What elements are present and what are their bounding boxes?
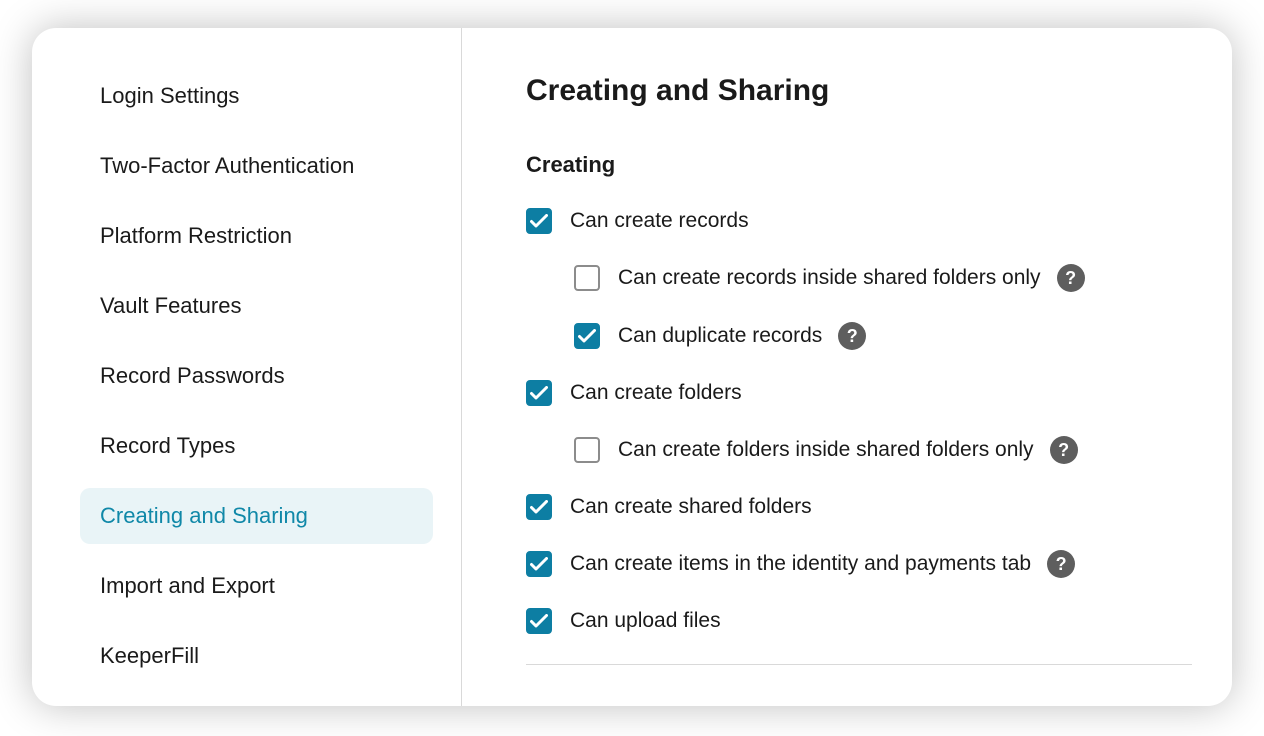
option-label: Can create folders inside shared folders…: [618, 438, 1034, 462]
main-panel: Creating and Sharing Creating Can create…: [462, 28, 1232, 706]
group-title-creating: Creating: [526, 152, 1192, 178]
option-can-create-items-in-the-identity-and-payments-tab: Can create items in the identity and pay…: [526, 550, 1192, 578]
settings-card: Login Settings Two-Factor Authentication P…: [32, 28, 1232, 706]
option-can-create-folders: Can create folders: [526, 380, 1192, 406]
sidebar-item-label: Platform Restriction: [100, 223, 292, 249]
help-icon[interactable]: ?: [838, 322, 866, 350]
sidebar-item-import-and-export[interactable]: Import and Export: [80, 558, 433, 614]
sidebar-item-label: Record Passwords: [100, 363, 285, 389]
sidebar-item-label: Record Types: [100, 433, 235, 459]
option-label: Can create folders: [570, 381, 742, 405]
sidebar-item-label: KeeperFill: [100, 643, 199, 669]
sidebar-item-vault-features[interactable]: Vault Features: [80, 278, 433, 334]
help-icon[interactable]: ?: [1057, 264, 1085, 292]
option-label: Can upload files: [570, 609, 721, 633]
options-list: Can create records Can create records ins…: [526, 208, 1192, 634]
checkbox-can-create-folders-inside-shared-folders-only[interactable]: [574, 437, 600, 463]
checkbox-can-create-records-inside-shared-folders-only[interactable]: [574, 265, 600, 291]
sidebar-item-two-factor-authentication[interactable]: Two-Factor Authentication: [80, 138, 433, 194]
sidebar-item-keeperfill[interactable]: KeeperFill: [80, 628, 433, 684]
option-label: Can create records inside shared folders…: [618, 266, 1041, 290]
sidebar-item-label: Vault Features: [100, 293, 241, 319]
option-can-upload-files: Can upload files: [526, 608, 1192, 634]
sidebar-item-login-settings[interactable]: Login Settings: [80, 68, 433, 124]
checkbox-can-upload-files[interactable]: [526, 608, 552, 634]
option-label: Can create items in the identity and pay…: [570, 552, 1031, 576]
sidebar-item-record-types[interactable]: Record Types: [80, 418, 433, 474]
sidebar-item-label: Creating and Sharing: [100, 503, 308, 529]
checkbox-can-create-folders[interactable]: [526, 380, 552, 406]
help-icon[interactable]: ?: [1047, 550, 1075, 578]
checkbox-can-duplicate-records[interactable]: [574, 323, 600, 349]
sidebar-item-label: Import and Export: [100, 573, 275, 599]
sidebar-item-platform-restriction[interactable]: Platform Restriction: [80, 208, 433, 264]
option-label: Can duplicate records: [618, 324, 822, 348]
sidebar-item-label: Two-Factor Authentication: [100, 153, 354, 179]
checkbox-can-create-records[interactable]: [526, 208, 552, 234]
sidebar-item-label: Login Settings: [100, 83, 239, 109]
option-can-create-records: Can create records: [526, 208, 1192, 234]
sidebar-item-record-passwords[interactable]: Record Passwords: [80, 348, 433, 404]
sidebar-item-creating-and-sharing[interactable]: Creating and Sharing: [80, 488, 433, 544]
checkbox-can-create-shared-folders[interactable]: [526, 494, 552, 520]
option-can-duplicate-records: Can duplicate records?: [574, 322, 1192, 350]
option-can-create-shared-folders: Can create shared folders: [526, 494, 1192, 520]
checkbox-can-create-items-in-the-identity-and-payments-tab[interactable]: [526, 551, 552, 577]
option-can-create-records-inside-shared-folders-only: Can create records inside shared folders…: [574, 264, 1192, 292]
option-label: Can create shared folders: [570, 495, 812, 519]
option-label: Can create records: [570, 209, 749, 233]
help-icon[interactable]: ?: [1050, 436, 1078, 464]
option-can-create-folders-inside-shared-folders-only: Can create folders inside shared folders…: [574, 436, 1192, 464]
section-divider: [526, 664, 1192, 665]
page-title: Creating and Sharing: [526, 74, 1192, 108]
sidebar: Login Settings Two-Factor Authentication P…: [32, 28, 462, 706]
